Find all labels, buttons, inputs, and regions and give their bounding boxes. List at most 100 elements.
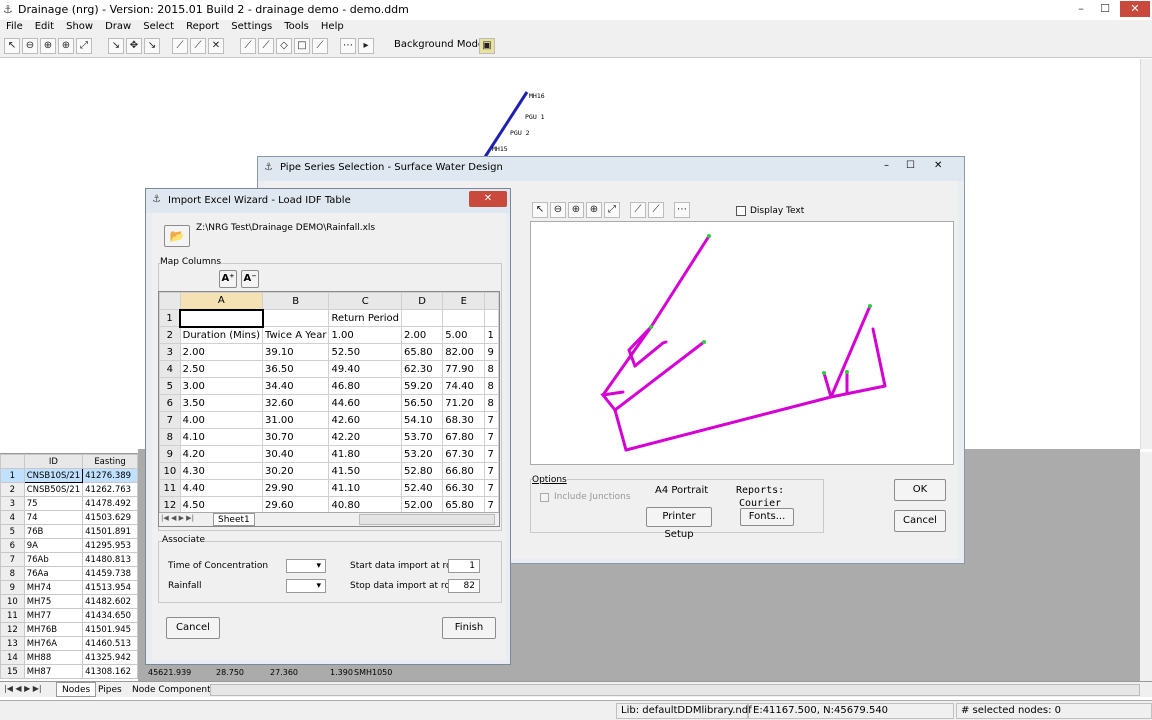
cell-id[interactable]: 76B (23, 524, 84, 539)
cell-id[interactable]: MH75 (23, 594, 84, 609)
finish-button[interactable]: Finish (442, 617, 496, 639)
select-arrow-icon[interactable]: ↘ (108, 38, 124, 54)
grid-cell[interactable] (442, 309, 486, 327)
menu-draw[interactable]: Draw (99, 20, 137, 34)
grid-row[interactable]: 6 3.50 32.60 44.60 56.50 71.20 8 (159, 394, 499, 412)
grid-cell[interactable]: 41.80 (328, 445, 402, 463)
cell-id[interactable]: MH76A (23, 636, 84, 651)
grid-cell[interactable] (484, 309, 499, 327)
table-row[interactable]: 14 MH88 41325.942 (0, 650, 138, 665)
tab-pipes[interactable]: Pipes (94, 683, 126, 697)
printer-setup-button[interactable]: Printer Setup (646, 507, 712, 540)
cancel-button[interactable]: Cancel (894, 510, 946, 532)
corner-cell[interactable] (159, 292, 181, 310)
menu-file[interactable]: File (0, 20, 29, 34)
table-vertical-scrollbar[interactable] (1140, 452, 1152, 681)
cell-easting[interactable]: 41503.629 (82, 510, 138, 525)
snap-icon[interactable]: ▸ (358, 38, 374, 54)
cell-id[interactable]: CNSB10S/21 (23, 468, 84, 483)
grid-cell[interactable] (400, 309, 444, 327)
grid-cell[interactable]: 49.40 (328, 360, 402, 378)
grid-cell[interactable]: 8 (484, 377, 499, 395)
grid-row[interactable]: 3 2.00 39.10 52.50 65.80 82.00 9 (159, 343, 499, 361)
close-button[interactable]: ✕ (1120, 1, 1150, 17)
grid-cell[interactable]: 41.50 (328, 462, 402, 480)
grid-cell[interactable]: 4.30 (179, 462, 264, 480)
grid-cell[interactable]: 36.50 (262, 360, 330, 378)
grid-cell[interactable]: 66.80 (442, 462, 486, 480)
table-row[interactable]: 3 75 41478.492 (0, 496, 138, 511)
column-header-b[interactable]: B (262, 292, 330, 310)
grid-cell[interactable]: 4.50 (179, 496, 264, 514)
grid-cell[interactable]: 30.20 (262, 462, 330, 480)
cell-id[interactable]: MH74 (23, 580, 84, 595)
grid-cell[interactable]: 7 (484, 428, 499, 446)
grid-cell[interactable]: 1.00 (328, 326, 402, 344)
pointer-tool-icon[interactable]: ↖ (532, 202, 548, 218)
grid-cell[interactable]: 65.80 (400, 343, 444, 361)
grid-cell[interactable]: 3.50 (179, 394, 264, 412)
grid-cell[interactable]: 68.30 (442, 411, 486, 429)
minimize-button[interactable]: – (884, 160, 889, 171)
grid-cell[interactable]: 7 (484, 496, 499, 514)
split-pipe-icon[interactable]: ⟋ (190, 38, 206, 54)
grid-cell[interactable]: 34.40 (262, 377, 330, 395)
grid-row[interactable]: 4 2.50 36.50 49.40 62.30 77.90 8 (159, 360, 499, 378)
spreadsheet-grid[interactable]: A B C D E 1 Return Period 2 Duration (Mins… (158, 291, 500, 527)
horizontal-scrollbar[interactable] (210, 684, 1140, 696)
cell-easting[interactable]: 41325.942 (82, 650, 138, 665)
grid-cell[interactable]: 52.40 (400, 479, 444, 497)
zoom-extents-icon[interactable]: ⤢ (76, 38, 92, 54)
grid-cell[interactable]: 53.20 (400, 445, 444, 463)
close-button[interactable]: ✕ (469, 191, 507, 207)
cell-easting[interactable]: 41459.738 (82, 566, 138, 581)
zoom-in-icon[interactable]: ⊕ (586, 202, 602, 218)
line-tool-icon[interactable]: ⟋ (240, 38, 256, 54)
grid-cell[interactable]: 56.50 (400, 394, 444, 412)
grid-icon[interactable]: ⋯ (340, 38, 356, 54)
grid-icon[interactable]: ⋯ (674, 202, 690, 218)
menu-settings[interactable]: Settings (225, 20, 278, 34)
grid-row[interactable]: 5 3.00 34.40 46.80 59.20 74.40 8 (159, 377, 499, 395)
cell-easting[interactable]: 41478.492 (82, 496, 138, 511)
grid-cell[interactable]: 39.10 (262, 343, 330, 361)
grid-cell[interactable]: 1 (484, 326, 499, 344)
open-file-icon[interactable]: 📂 (164, 225, 190, 247)
grid-cell[interactable] (262, 309, 330, 327)
cell-easting[interactable]: 41501.945 (82, 622, 138, 637)
cell-id[interactable]: MH76B (23, 622, 84, 637)
column-header-c[interactable]: C (328, 292, 402, 310)
grid-cell[interactable]: 7 (484, 462, 499, 480)
rainfall-select[interactable]: ▾ (286, 579, 326, 593)
table-row[interactable]: 5 76B 41501.891 (0, 524, 138, 539)
grid-cell[interactable]: 52.80 (400, 462, 444, 480)
grid-cell[interactable]: 2.00 (179, 343, 264, 361)
grid-row[interactable]: 12 4.50 29.60 40.80 52.00 65.80 7 (159, 496, 499, 514)
minimize-button[interactable]: – (1070, 1, 1092, 17)
grid-cell[interactable]: 40.80 (328, 496, 402, 514)
draw-pipe-icon[interactable]: ⟋ (172, 38, 188, 54)
maximize-button[interactable]: ☐ (1094, 1, 1116, 17)
cell-easting[interactable]: 41480.813 (82, 552, 138, 567)
grid-cell[interactable]: 59.20 (400, 377, 444, 395)
grid-row[interactable]: 7 4.00 31.00 42.60 54.10 68.30 7 (159, 411, 499, 429)
cell-id[interactable]: MH87 (23, 664, 84, 679)
menu-select[interactable]: Select (137, 20, 180, 34)
cell-id[interactable]: 9A (23, 538, 84, 553)
grid-cell[interactable]: 7 (484, 445, 499, 463)
grid-horizontal-scrollbar[interactable] (359, 514, 495, 525)
grid-row[interactable]: 11 4.40 29.90 41.10 52.40 66.30 7 (159, 479, 499, 497)
grid-cell[interactable]: 31.00 (262, 411, 330, 429)
cell-id[interactable]: 76Ab (23, 552, 84, 567)
grid-cell[interactable]: 30.40 (262, 445, 330, 463)
increase-font-icon[interactable]: A⁺ (219, 270, 237, 288)
grid-row[interactable]: 8 4.10 30.70 42.20 53.70 67.80 7 (159, 428, 499, 446)
ok-button[interactable]: OK (894, 479, 946, 501)
grid-cell[interactable]: 4.40 (179, 479, 264, 497)
cell-id[interactable]: MH88 (23, 650, 84, 665)
grid-cell[interactable]: Return Period (328, 309, 402, 327)
grid-row[interactable]: 9 4.20 30.40 41.80 53.20 67.30 7 (159, 445, 499, 463)
include-junctions-checkbox[interactable] (540, 493, 549, 502)
grid-cell[interactable]: 67.80 (442, 428, 486, 446)
grid-cell[interactable]: 8 (484, 394, 499, 412)
